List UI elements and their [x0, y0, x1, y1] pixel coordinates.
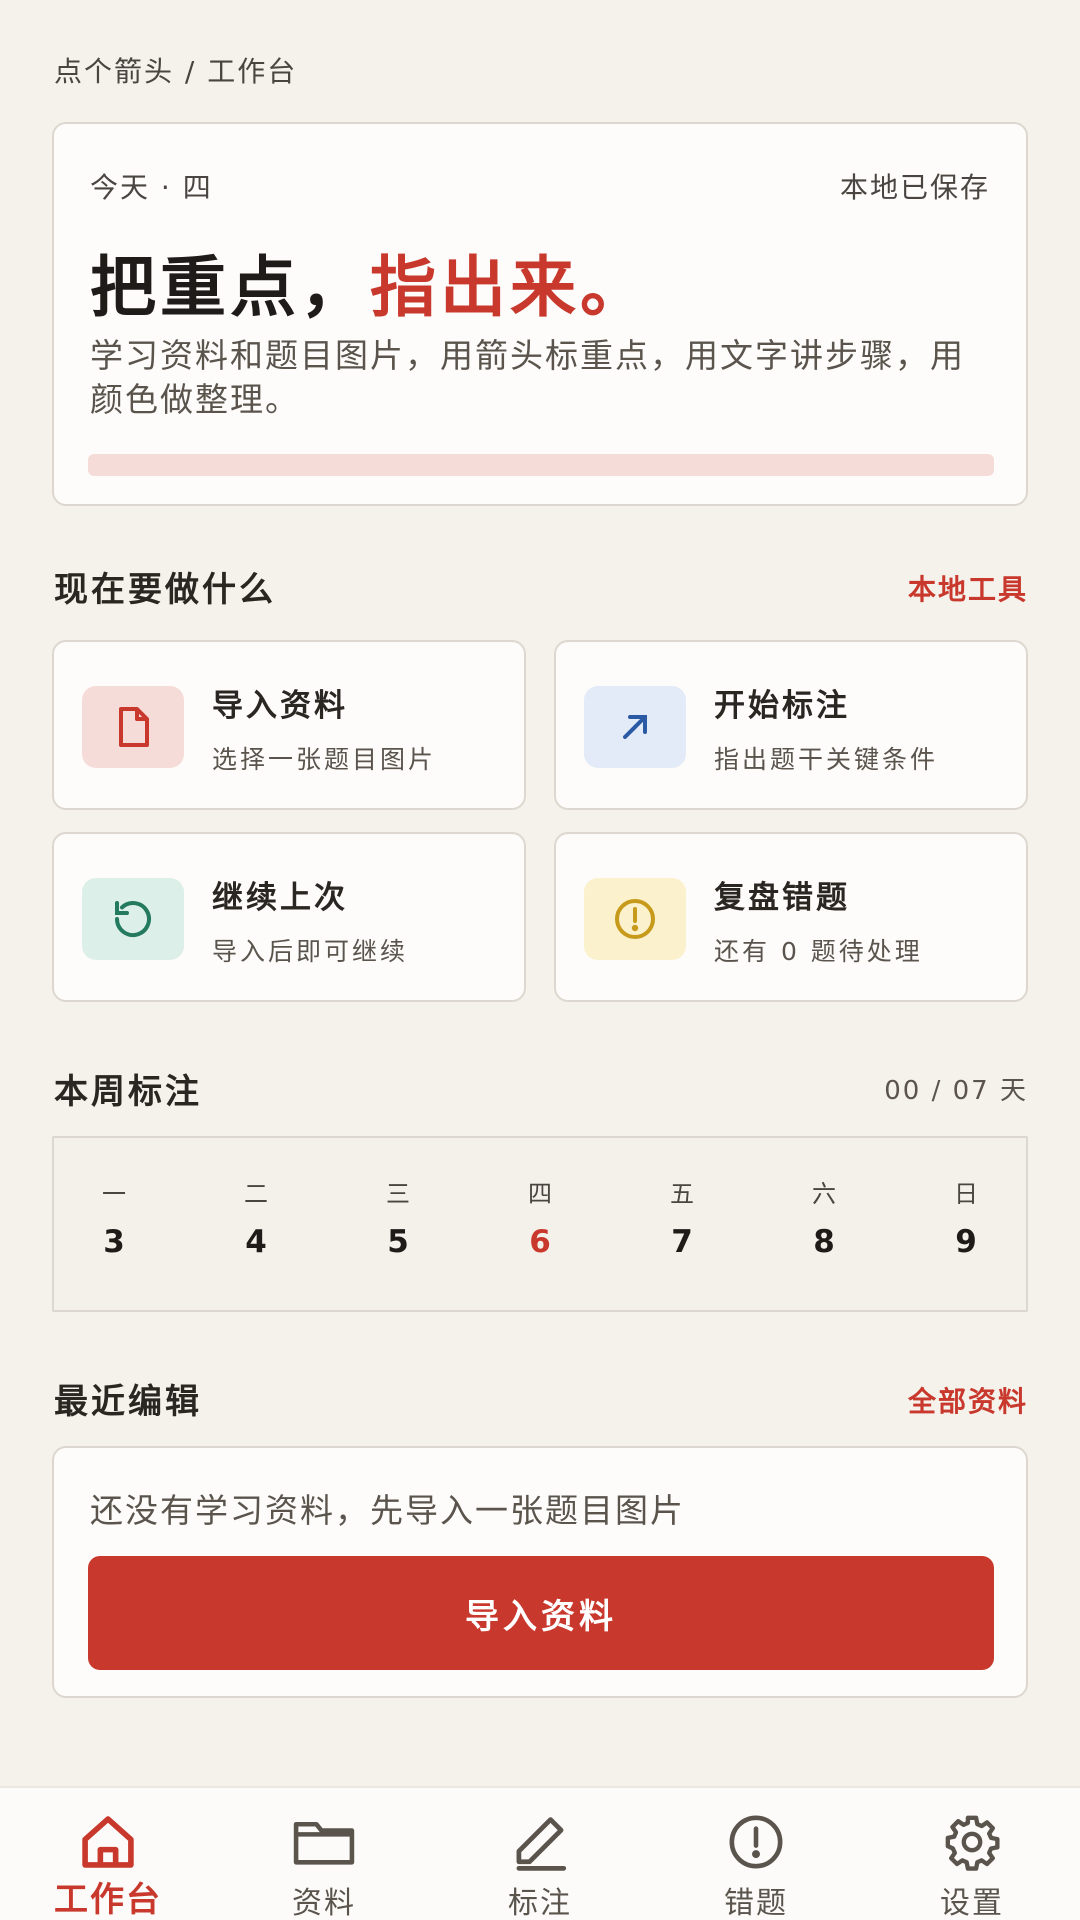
- nav-item-materials[interactable]: 资料: [216, 1788, 432, 1920]
- nav-item-mistakes[interactable]: 错题: [648, 1788, 864, 1920]
- nav-label: 错题: [724, 1886, 788, 1920]
- local-tools-link[interactable]: 本地工具: [908, 568, 1028, 608]
- day-name: 五: [670, 1180, 694, 1208]
- alert-circle-icon: [584, 878, 686, 960]
- action-title: 导入资料: [212, 688, 348, 724]
- day-name: 日: [954, 1180, 978, 1208]
- today-label: 今天 · 四: [90, 171, 213, 204]
- nav-label: 工作台: [54, 1880, 162, 1920]
- action-subtitle: 指出题干关键条件: [714, 745, 939, 774]
- bottom-nav: 工作台 资料 标注 错题 设置: [0, 1786, 1080, 1920]
- day-cell[interactable]: 五 7: [632, 1138, 732, 1314]
- day-cell[interactable]: 三 5: [348, 1138, 448, 1314]
- action-import[interactable]: 导入资料 选择一张题目图片: [52, 640, 526, 810]
- breadcrumb: 点个箭头 / 工作台: [54, 55, 298, 88]
- action-title: 复盘错题: [714, 880, 850, 916]
- workbench-page: 点个箭头 / 工作台 今天 · 四 本地已保存 把重点，指出来。 学习资料和题目…: [0, 0, 1080, 1920]
- day-name: 四: [528, 1180, 552, 1208]
- action-title: 继续上次: [212, 880, 348, 916]
- recent-section-title: 最近编辑: [54, 1382, 202, 1422]
- nav-item-annotate[interactable]: 标注: [432, 1788, 648, 1920]
- all-materials-link[interactable]: 全部资料: [908, 1380, 1028, 1420]
- home-icon: [72, 1812, 144, 1872]
- day-name: 一: [102, 1180, 126, 1208]
- action-title: 开始标注: [714, 688, 850, 724]
- hero-card: 今天 · 四 本地已保存 把重点，指出来。 学习资料和题目图片，用箭头标重点，用…: [52, 122, 1028, 506]
- hero-progress-bar: [88, 454, 994, 476]
- action-subtitle: 选择一张题目图片: [212, 745, 437, 774]
- save-status: 本地已保存: [839, 171, 990, 204]
- day-cell-today[interactable]: 四 6: [490, 1138, 590, 1314]
- day-date: 9: [955, 1224, 977, 1260]
- day-cell[interactable]: 一 3: [64, 1138, 164, 1314]
- headline-main: 把重点，: [90, 249, 370, 326]
- day-name: 六: [812, 1180, 836, 1208]
- day-date: 4: [245, 1224, 267, 1260]
- day-date: 5: [387, 1224, 409, 1260]
- day-cell[interactable]: 二 4: [206, 1138, 306, 1314]
- actions-section-title: 现在要做什么: [54, 570, 276, 610]
- action-subtitle: 导入后即可继续: [212, 937, 409, 966]
- recent-card: 还没有学习资料，先导入一张题目图片 导入资料: [52, 1446, 1028, 1698]
- day-cell[interactable]: 日 9: [916, 1138, 1016, 1314]
- action-subtitle: 还有 0 题待处理: [714, 937, 923, 966]
- empty-state-text: 还没有学习资料，先导入一张题目图片: [90, 1491, 685, 1530]
- day-date: 3: [103, 1224, 125, 1260]
- pen-icon: [504, 1812, 576, 1872]
- gear-icon: [936, 1812, 1008, 1872]
- action-review[interactable]: 复盘错题 还有 0 题待处理: [554, 832, 1028, 1002]
- action-continue[interactable]: 继续上次 导入后即可继续: [52, 832, 526, 1002]
- week-calendar: 一 3 二 4 三 5 四 6 五 7 六 8 日 9: [52, 1136, 1028, 1312]
- action-annotate[interactable]: 开始标注 指出题干关键条件: [554, 640, 1028, 810]
- nav-label: 标注: [508, 1886, 572, 1920]
- alert-circle-icon: [720, 1812, 792, 1872]
- history-icon: [82, 878, 184, 960]
- nav-label: 资料: [292, 1886, 356, 1920]
- nav-item-settings[interactable]: 设置: [864, 1788, 1080, 1920]
- hero-headline: 把重点，指出来。: [90, 234, 650, 330]
- nav-item-workbench[interactable]: 工作台: [0, 1788, 216, 1920]
- day-name: 三: [386, 1180, 410, 1208]
- week-progress: 00 / 07 天: [884, 1076, 1028, 1106]
- document-icon: [82, 686, 184, 768]
- day-date: 8: [813, 1224, 835, 1260]
- day-date: 7: [671, 1224, 693, 1260]
- week-section-title: 本周标注: [54, 1072, 202, 1112]
- nav-label: 设置: [940, 1886, 1004, 1920]
- day-name: 二: [244, 1180, 268, 1208]
- folder-icon: [288, 1812, 360, 1872]
- arrow-up-right-icon: [584, 686, 686, 768]
- hero-description: 学习资料和题目图片，用箭头标重点，用文字讲步骤，用颜色做整理。: [90, 336, 965, 419]
- headline-accent: 指出来。: [370, 249, 650, 326]
- day-cell[interactable]: 六 8: [774, 1138, 874, 1314]
- import-materials-button[interactable]: 导入资料: [88, 1556, 994, 1670]
- day-date: 6: [529, 1224, 551, 1260]
